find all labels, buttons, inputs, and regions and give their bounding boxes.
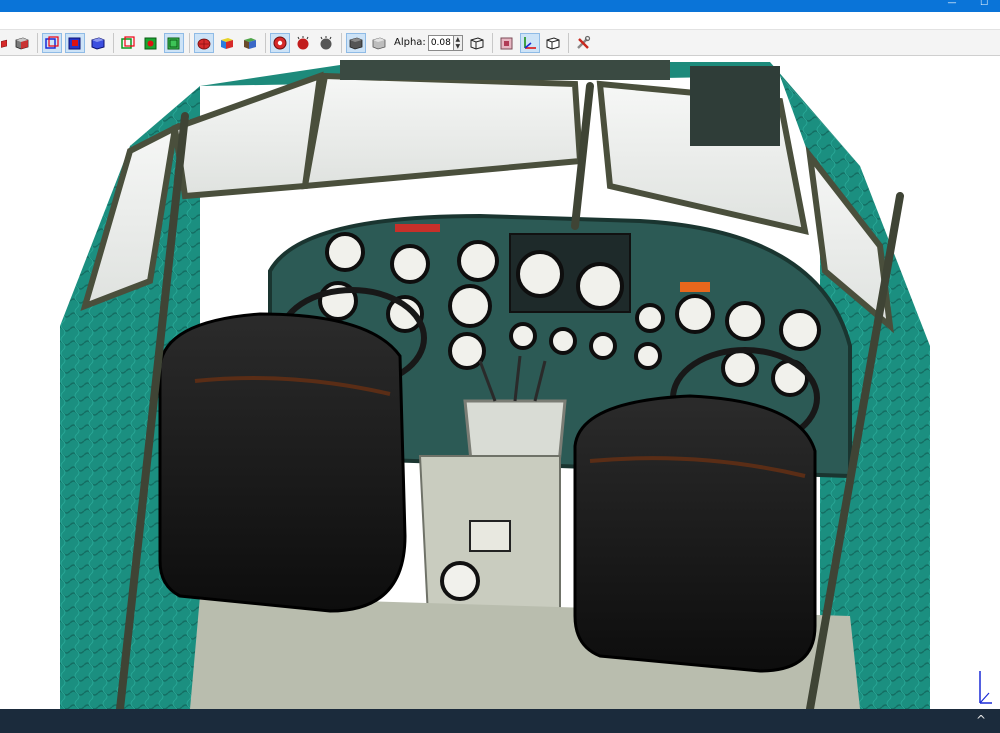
red-sphere-icon[interactable] <box>270 32 290 53</box>
taskbar: ^ <box>0 709 1000 733</box>
alpha-input[interactable]: 0.08 <box>427 34 454 51</box>
red-mesh-icon[interactable] <box>194 32 214 53</box>
green-outline-cube-icon[interactable] <box>164 32 184 53</box>
toolbar: Alpha: 0.08 ▲ ▼ <box>0 29 1000 56</box>
minimize-button[interactable]: — <box>944 0 960 12</box>
windshield-center-left <box>301 72 584 190</box>
copilot-seat <box>573 394 817 673</box>
axes-icon[interactable] <box>519 32 540 53</box>
toolbar-separator <box>491 32 493 53</box>
outline-box-icon[interactable] <box>543 33 563 53</box>
overhead-panel <box>340 60 670 80</box>
alpha-spinner[interactable]: ▲ ▼ <box>453 34 463 51</box>
textured-cube-icon[interactable] <box>240 33 260 53</box>
red-cube-icon[interactable] <box>0 33 8 53</box>
transparent-box-icon[interactable] <box>369 33 389 53</box>
warning-light <box>395 224 440 232</box>
overhead-gauges <box>690 66 780 146</box>
menu-strip <box>0 12 1000 29</box>
title-bar: — ☐ <box>0 0 1000 12</box>
gray-ball-icon[interactable] <box>316 33 336 53</box>
toolbar-separator <box>37 32 38 53</box>
wire-box-icon[interactable] <box>467 33 487 53</box>
blue-solid-cube-icon[interactable] <box>65 32 85 53</box>
alpha-label: Alpha: <box>394 37 426 48</box>
solid-box-icon[interactable] <box>346 32 366 53</box>
chevron-up-icon[interactable]: ^ <box>976 713 986 727</box>
blue-outline-cube-icon[interactable] <box>88 33 108 53</box>
toolbar-separator <box>567 32 569 53</box>
cockpit-scene <box>60 60 930 709</box>
colored-cube-icon[interactable] <box>217 33 237 53</box>
blue-wire-cube-icon[interactable] <box>42 32 62 53</box>
toolbar-separator <box>113 32 114 53</box>
toolbar-separator <box>265 32 266 53</box>
green-solid-cube-icon[interactable] <box>141 33 161 53</box>
placard <box>469 520 511 552</box>
3d-viewport[interactable] <box>0 56 1000 709</box>
toolbar-separator <box>341 32 342 53</box>
pedestal-gauge <box>440 561 480 601</box>
tools-icon[interactable] <box>573 33 593 53</box>
red-ball-icon[interactable] <box>293 33 313 53</box>
pilot-seat <box>158 312 407 613</box>
maximize-button[interactable]: ☐ <box>976 0 992 12</box>
green-wire-cube-icon[interactable] <box>118 33 138 53</box>
axis-gizmo <box>979 671 992 704</box>
toolbar-separator <box>189 32 190 53</box>
shaded-cube-icon[interactable] <box>12 33 32 53</box>
pink-box-icon[interactable] <box>497 33 517 53</box>
warning-light <box>680 282 710 292</box>
